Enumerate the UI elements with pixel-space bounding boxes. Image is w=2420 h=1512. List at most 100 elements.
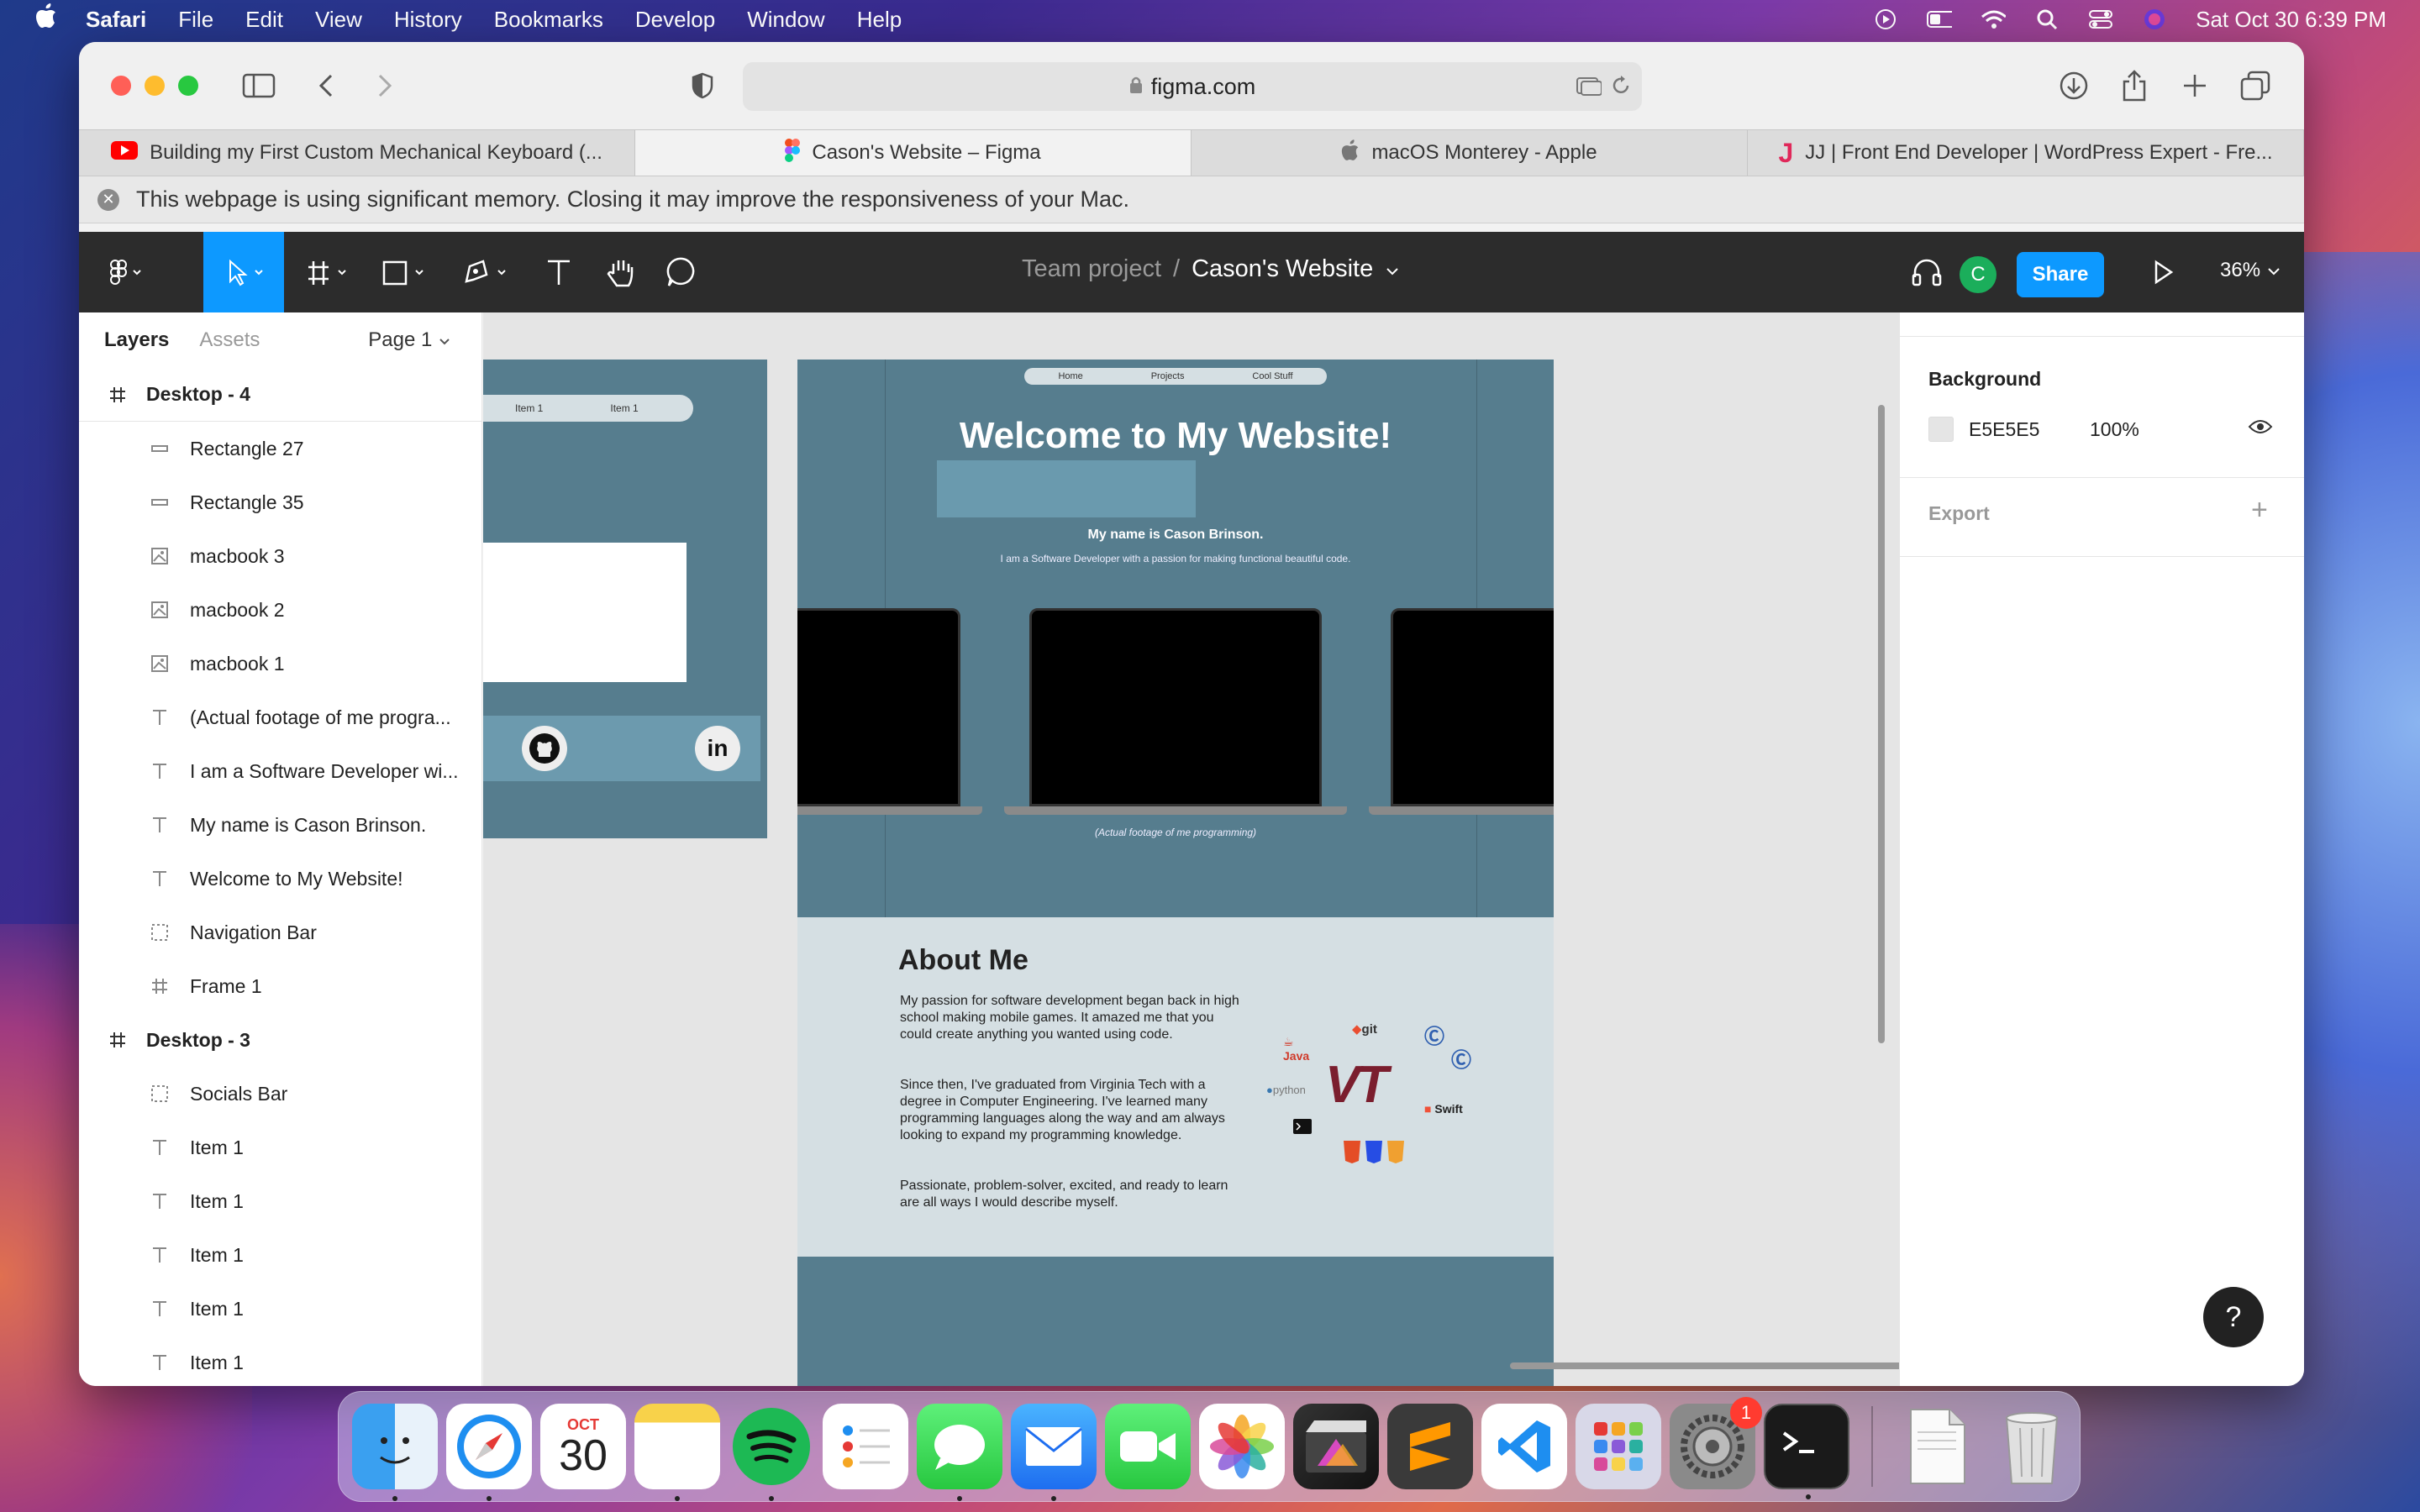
layer-item[interactable]: Navigation Bar xyxy=(79,906,481,959)
layer-item[interactable]: macbook 1 xyxy=(79,637,481,690)
layer-frame[interactable]: Desktop - 4 xyxy=(79,368,481,422)
back-icon[interactable] xyxy=(308,67,345,104)
shape-tool-icon[interactable] xyxy=(376,252,435,292)
tab-apple[interactable]: macOS Monterey - Apple xyxy=(1192,130,1748,176)
page-selector[interactable]: Page 1 xyxy=(368,328,451,352)
layer-item[interactable]: Socials Bar xyxy=(79,1067,481,1121)
layer-item[interactable]: Welcome to My Website! xyxy=(79,852,481,906)
name-text[interactable]: My name is Cason Brinson. xyxy=(797,528,1554,543)
desktop-4-frame[interactable]: Home Projects Cool Stuff Welcome to My W… xyxy=(797,360,1554,1386)
menu-app-name[interactable]: Safari xyxy=(86,7,146,33)
zoom-window-button[interactable] xyxy=(178,76,198,96)
wifi-icon[interactable] xyxy=(1981,8,2007,30)
audio-headphones-icon[interactable] xyxy=(1906,252,1948,292)
macbook-3-screen[interactable] xyxy=(1391,608,1554,806)
file-name[interactable]: Cason's Website xyxy=(1192,255,1373,283)
layer-item[interactable]: Item 1 xyxy=(79,1174,481,1228)
comment-tool-icon[interactable] xyxy=(659,252,706,292)
dock-preview-document-icon[interactable] xyxy=(1895,1404,1981,1489)
linkedin-icon[interactable]: in xyxy=(695,726,740,771)
reader-icon[interactable] xyxy=(1576,76,1602,102)
chevron-down-icon[interactable] xyxy=(1385,255,1400,283)
tab-layers[interactable]: Layers xyxy=(104,328,169,352)
dock-reminders-icon[interactable] xyxy=(823,1404,908,1489)
dock-terminal-icon[interactable] xyxy=(1764,1404,1849,1499)
menu-help[interactable]: Help xyxy=(857,7,902,33)
zoom-dropdown[interactable]: 36% xyxy=(2220,259,2281,282)
layer-item[interactable]: Item 1 xyxy=(79,1228,481,1282)
minimize-window-button[interactable] xyxy=(145,76,165,96)
about-me-section[interactable]: About Me My passion for software develop… xyxy=(797,917,1554,1257)
reload-icon[interactable] xyxy=(1610,74,1632,103)
socials-bar[interactable]: in xyxy=(483,716,760,781)
text-tool-icon[interactable] xyxy=(538,252,580,292)
dock-finder-icon[interactable] xyxy=(352,1404,438,1501)
control-center-icon[interactable] xyxy=(2088,8,2113,30)
add-export-plus-icon[interactable]: + xyxy=(2251,494,2268,527)
layer-item[interactable]: (Actual footage of me progra... xyxy=(79,690,481,744)
white-rectangle[interactable] xyxy=(483,543,687,682)
tab-assets[interactable]: Assets xyxy=(199,328,260,352)
new-tab-icon[interactable] xyxy=(2176,67,2213,104)
dock-launchpad-icon[interactable] xyxy=(1576,1404,1661,1489)
dock-trash-icon[interactable] xyxy=(1989,1404,2075,1489)
menu-view[interactable]: View xyxy=(315,7,362,33)
close-window-button[interactable] xyxy=(111,76,131,96)
github-icon[interactable] xyxy=(522,726,567,771)
dock-sublime-text-icon[interactable] xyxy=(1387,1404,1473,1489)
move-tool-icon[interactable] xyxy=(203,232,284,312)
layer-frame[interactable]: Desktop - 3 xyxy=(79,1013,481,1067)
rectangle-27[interactable] xyxy=(937,460,1196,517)
share-icon[interactable] xyxy=(2116,67,2153,104)
team-project-link[interactable]: Team project xyxy=(1022,255,1161,283)
macbook-2-screen[interactable] xyxy=(1029,608,1322,806)
background-color-swatch[interactable] xyxy=(1928,417,1954,442)
layer-item[interactable]: Rectangle 27 xyxy=(79,422,481,475)
dock-photos-icon[interactable] xyxy=(1199,1404,1285,1489)
menu-bookmarks[interactable]: Bookmarks xyxy=(494,7,603,33)
apple-menu-icon[interactable] xyxy=(35,3,86,35)
layer-item[interactable]: I am a Software Developer wi... xyxy=(79,744,481,798)
sidebar-toggle-icon[interactable] xyxy=(240,67,277,104)
battery-icon[interactable] xyxy=(1927,8,1953,30)
help-button[interactable]: ? xyxy=(2203,1287,2264,1347)
dock-spotify-icon[interactable] xyxy=(729,1404,814,1501)
siri-icon[interactable] xyxy=(2142,8,2167,30)
menu-edit[interactable]: Edit xyxy=(245,7,283,33)
close-icon[interactable]: ✕ xyxy=(97,188,119,211)
navigation-bar[interactable]: Home Projects Cool Stuff xyxy=(1024,368,1327,385)
figma-canvas[interactable]: Item 1 Item 1 in Home Projects Cool Stuf… xyxy=(483,312,1899,1386)
visibility-eye-icon[interactable] xyxy=(2248,415,2273,441)
dock-messages-icon[interactable] xyxy=(917,1404,1002,1501)
menu-file[interactable]: File xyxy=(178,7,213,33)
layer-item[interactable]: Rectangle 35 xyxy=(79,475,481,529)
pen-tool-icon[interactable] xyxy=(457,252,516,292)
address-bar[interactable]: figma.com xyxy=(743,62,1642,111)
tab-jj[interactable]: J JJ | Front End Developer | WordPress E… xyxy=(1748,130,2304,176)
present-play-icon[interactable] xyxy=(2143,252,2185,292)
frame-tool-icon[interactable] xyxy=(301,252,360,292)
avatar[interactable]: C xyxy=(1960,256,1996,293)
share-button[interactable]: Share xyxy=(2017,252,2104,297)
downloads-icon[interactable] xyxy=(2055,67,2092,104)
layer-item[interactable]: Frame 1 xyxy=(79,959,481,1013)
dock-system-preferences-icon[interactable]: 1 xyxy=(1670,1397,1762,1489)
menu-window[interactable]: Window xyxy=(747,7,824,33)
layer-item[interactable]: Item 1 xyxy=(79,1336,481,1386)
layer-item[interactable]: macbook 2 xyxy=(79,583,481,637)
hand-tool-icon[interactable] xyxy=(598,252,645,292)
background-opacity-input[interactable]: 100% xyxy=(2090,418,2139,441)
desktop-frame-partial[interactable]: Item 1 Item 1 in xyxy=(483,360,767,838)
dock-facetime-icon[interactable] xyxy=(1105,1404,1191,1489)
menu-history[interactable]: History xyxy=(394,7,462,33)
background-hex-input[interactable]: E5E5E5 xyxy=(1969,418,2039,441)
layer-item[interactable]: Item 1 xyxy=(79,1121,481,1174)
macbook-1-screen[interactable] xyxy=(797,608,960,806)
footage-caption[interactable]: (Actual footage of me programming) xyxy=(797,827,1554,838)
menu-develop[interactable]: Develop xyxy=(635,7,715,33)
tab-overview-icon[interactable] xyxy=(2237,67,2274,104)
forward-icon[interactable] xyxy=(366,67,403,104)
dock-vscode-icon[interactable] xyxy=(1481,1404,1567,1489)
tab-youtube[interactable]: Building my First Custom Mechanical Keyb… xyxy=(79,130,635,176)
layer-item[interactable]: Item 1 xyxy=(79,1282,481,1336)
